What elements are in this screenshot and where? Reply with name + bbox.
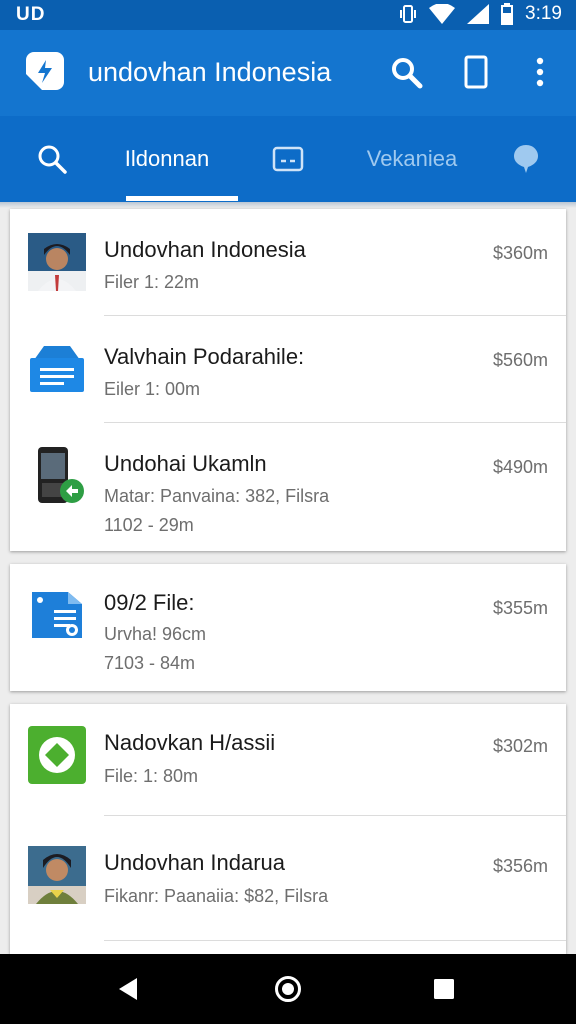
- card-icon: [272, 146, 304, 172]
- search-icon: [38, 145, 67, 174]
- tab-pin[interactable]: [500, 116, 552, 202]
- item-subtitle: Matar: Panvaina: 382, Filsra: [104, 486, 330, 506]
- system-nav-bar: [0, 954, 576, 1024]
- user-avatar-icon: [28, 233, 86, 291]
- item-subtitle: Filer 1: 22m: [104, 272, 200, 292]
- item-title: Undohai Ukamln: [104, 451, 267, 476]
- battery-icon: [501, 3, 514, 25]
- recents-button[interactable]: [426, 971, 462, 1007]
- tab-search[interactable]: [20, 116, 84, 202]
- search-button[interactable]: [386, 52, 426, 92]
- signal-icon: [467, 4, 490, 24]
- list-item[interactable]: Undovhan Indarua Fikanr: Paanaiia: $82, …: [10, 816, 566, 940]
- tab-indicator: [126, 196, 238, 201]
- item-title: 09/2 File:: [104, 590, 195, 615]
- status-left-text: UD: [16, 4, 46, 25]
- item-subtitle: File: 1: 80m: [104, 766, 199, 786]
- item-price: $302m: [492, 736, 548, 756]
- app-logo-icon: [26, 52, 64, 90]
- wifi-icon: [429, 4, 456, 24]
- item-title: Valvhain Podarahile:: [104, 344, 305, 369]
- document-edit-icon: [32, 592, 82, 638]
- item-title: Nadovkan H/assii: [104, 730, 276, 755]
- list-card: 09/2 File: Urvha! 96cm 7103 - 84m $355m: [10, 564, 566, 691]
- item-price: $355m: [492, 598, 548, 618]
- tab-ildonnan[interactable]: Ildonnan: [96, 116, 238, 202]
- list-item[interactable]: Nadovkan H/assii File: 1: 80m $302m: [10, 704, 566, 815]
- item-title: Undovhan Indarua: [104, 850, 286, 875]
- item-subtitle: Fikanr: Paanaiia: $82, Filsra: [104, 886, 329, 906]
- item-price: $360m: [492, 243, 548, 263]
- phone-share-icon: [38, 447, 84, 503]
- vibrate-icon: [400, 5, 417, 23]
- item-price: $356m: [492, 856, 548, 876]
- list-item[interactable]: Undohai Ukamln Matar: Panvaina: 382, Fil…: [10, 423, 566, 551]
- list-card: Undovhan Indonesia Filer 1: 22m $360m Va…: [10, 209, 566, 551]
- app-title: undovhan Indonesia: [88, 57, 332, 87]
- back-triangle-icon: [119, 978, 137, 1000]
- status-time: 3:19: [525, 3, 562, 24]
- user-avatar-icon: [28, 846, 86, 904]
- list-item[interactable]: Undovhan Indonesia Filer 1: 22m $360m: [10, 209, 566, 316]
- item-price: $560m: [492, 350, 548, 370]
- home-button[interactable]: [270, 971, 306, 1007]
- item-title: Undovhan Indonesia: [104, 237, 306, 262]
- pin-icon: [514, 145, 538, 173]
- item-subtitle-secondary: 1102 - 29m: [104, 515, 194, 535]
- tab-bar: Ildonnan Vekaniea: [0, 116, 576, 202]
- list-item[interactable]: 09/2 File: Urvha! 96cm 7103 - 84m $355m: [10, 564, 566, 691]
- status-bar: UD 3:19: [0, 0, 576, 30]
- item-subtitle: Eiler 1: 00m: [104, 379, 201, 399]
- more-vert-icon: [536, 57, 544, 87]
- tab-label: Ildonnan: [124, 146, 210, 171]
- file-list-icon: [30, 346, 84, 392]
- tab-card[interactable]: [258, 116, 318, 202]
- item-subtitle-secondary: 7103 - 84m: [104, 653, 196, 673]
- home-circle-icon: [275, 976, 301, 1002]
- app-bar: undovhan Indonesia: [0, 30, 576, 116]
- item-subtitle: Urvha! 96cm: [104, 624, 207, 644]
- overflow-menu-button[interactable]: [520, 52, 560, 92]
- list-card: Nadovkan H/assii File: 1: 80m $302m Undo…: [10, 704, 566, 954]
- tab-label: Vekaniea: [366, 146, 458, 171]
- item-price: $490m: [492, 457, 548, 477]
- back-button[interactable]: [110, 971, 146, 1007]
- device-button[interactable]: [456, 52, 496, 92]
- phone-outline-icon: [464, 55, 488, 89]
- list-item[interactable]: Valvhain Podarahile: Eiler 1: 00m $560m: [10, 316, 566, 423]
- green-app-icon: [28, 726, 86, 784]
- appbar-shadow: [0, 202, 576, 208]
- divider: [104, 940, 566, 941]
- search-icon: [392, 58, 423, 89]
- tab-vekaniea[interactable]: Vekaniea: [350, 116, 474, 202]
- recents-square-icon: [434, 979, 454, 999]
